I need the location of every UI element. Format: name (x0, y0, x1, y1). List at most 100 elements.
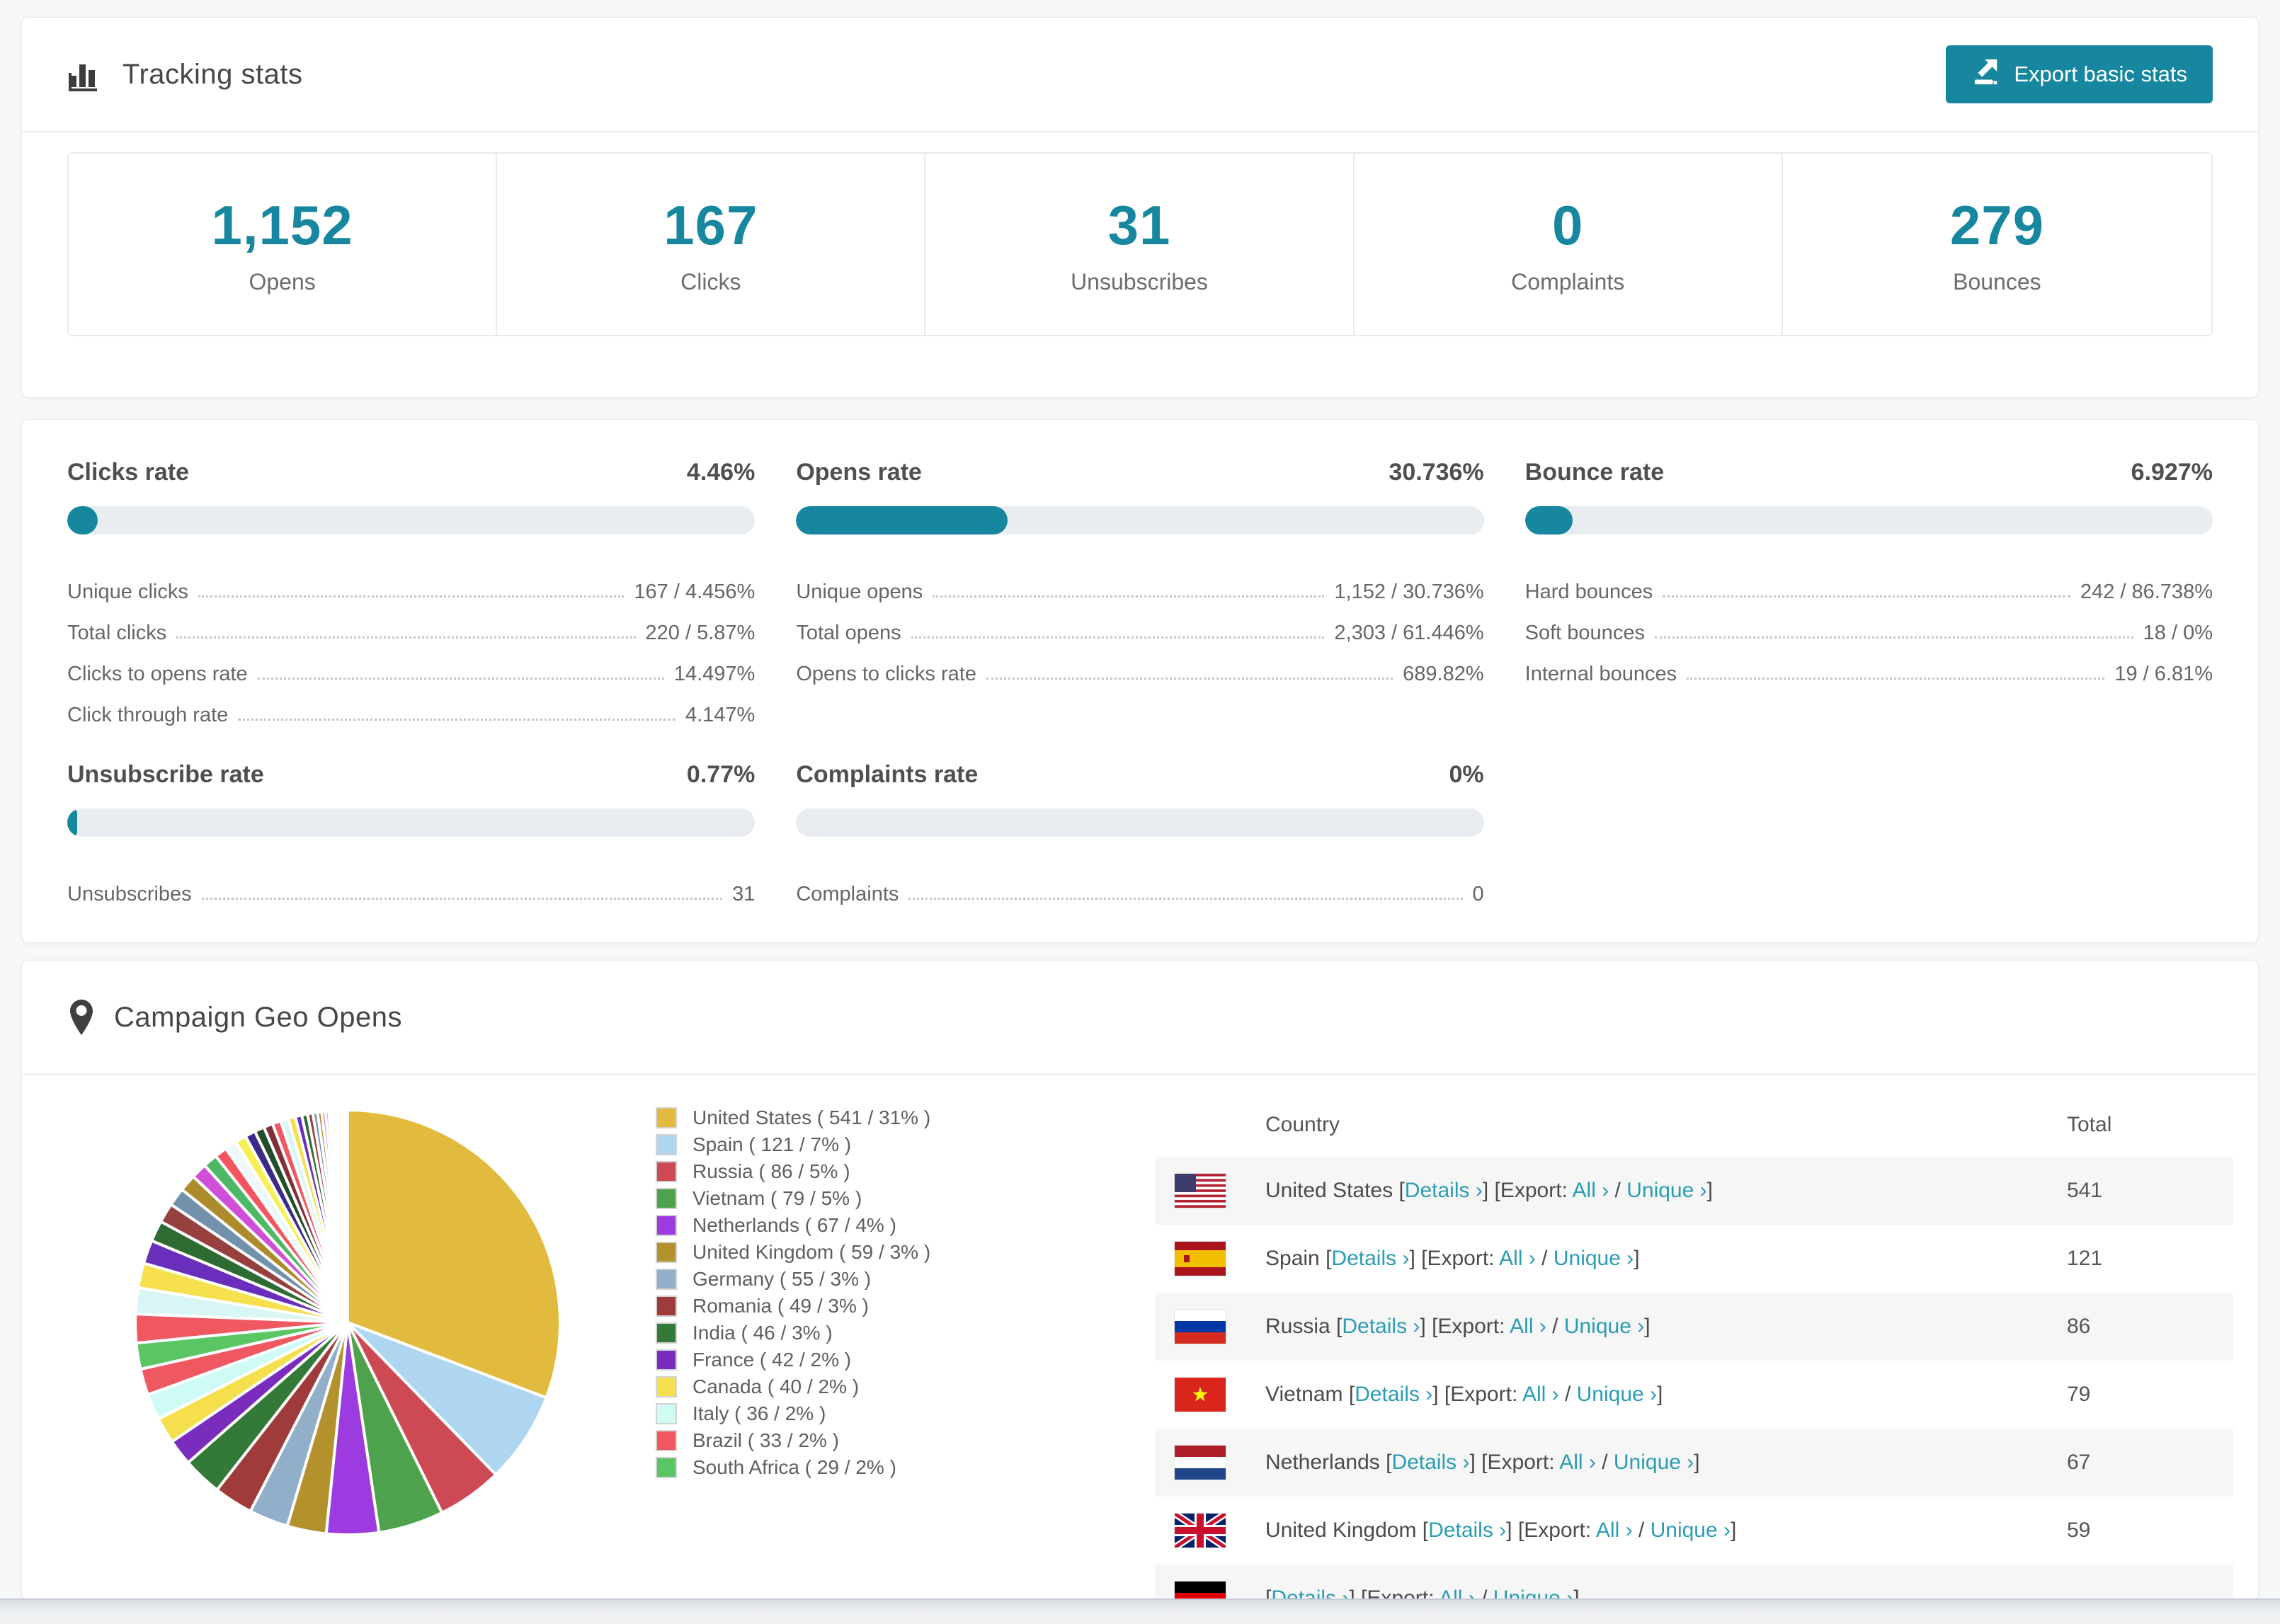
progress-track (796, 808, 1484, 837)
detail-row: Unsubscribes 31 (67, 865, 755, 906)
country-cell: Vietnam [Details ›] [Export: All › / Uni… (1265, 1383, 2067, 1407)
detail-value: 1,152 / 30.736% (1334, 581, 1484, 604)
detail-row: Total opens 2,303 / 61.446% (796, 604, 1483, 645)
legend-item[interactable]: France ( 42 / 2% ) (656, 1346, 930, 1373)
legend-item[interactable]: Spain ( 121 / 7% ) (656, 1131, 930, 1158)
link-separator: ] [ (1420, 1315, 1438, 1338)
detail-label: Hard bounces (1524, 581, 1653, 604)
legend-item[interactable]: Italy ( 36 / 2% ) (656, 1400, 930, 1427)
export-all-link[interactable]: All › (1573, 1179, 1609, 1202)
flag-icon-es (1175, 1242, 1226, 1276)
legend-swatch (656, 1107, 677, 1128)
export-unique-link[interactable]: Unique › (1651, 1519, 1731, 1542)
detail-value: 0 (1472, 883, 1484, 906)
detail-row: Opens to clicks rate 689.82% (796, 645, 1483, 686)
detail-label: Unsubscribes (67, 883, 192, 906)
stat-item: 279 Bounces (1783, 154, 2211, 335)
table-row: Spain [Details ›] [Export: All › / Uniqu… (1155, 1225, 2233, 1293)
link-separator: ] (1644, 1315, 1651, 1338)
rate-title: Unsubscribe rate (67, 761, 264, 788)
progress-fill (67, 506, 98, 534)
export-all-link[interactable]: All › (1522, 1383, 1559, 1406)
legend-item[interactable]: Canada ( 40 / 2% ) (656, 1373, 930, 1400)
link-separator: ] [ (1469, 1451, 1488, 1474)
stat-label: Bounces (1953, 269, 2041, 295)
rate-rows: Unique opens 1,152 / 30.736% Total opens 2,… (796, 563, 1483, 686)
country-name: United Kingdom (1265, 1519, 1417, 1542)
tracking-stats-card: Tracking stats Export basic stats 1,152 O… (21, 17, 2259, 398)
table-row: Russia [Details ›] [Export: All › / Uniq… (1155, 1293, 2233, 1361)
detail-label: Unique clicks (67, 581, 188, 604)
stat-item: 0 Complaints (1355, 154, 1783, 335)
link-separator: Export: (1500, 1179, 1573, 1202)
export-all-link[interactable]: All › (1510, 1315, 1546, 1338)
export-unique-link[interactable]: Unique › (1626, 1179, 1706, 1202)
legend-label: Italy ( 36 / 2% ) (692, 1402, 826, 1424)
export-unique-link[interactable]: Unique › (1564, 1315, 1644, 1338)
rate-rows: Unique clicks 167 / 4.456% Total clicks 220… (67, 563, 755, 727)
detail-label: Total opens (796, 622, 901, 645)
legend-item[interactable]: South Africa ( 29 / 2% ) (656, 1454, 930, 1481)
detail-label: Complaints (796, 883, 899, 906)
details-link[interactable]: Details › (1391, 1451, 1469, 1474)
geo-body: United States ( 541 / 31% ) Spain ( 121 /… (22, 1075, 2258, 1599)
legend-swatch (656, 1215, 677, 1236)
detail-value: 167 / 4.456% (634, 581, 756, 604)
progress-fill (796, 506, 1008, 534)
details-link[interactable]: Details › (1428, 1519, 1506, 1542)
rate-header: Complaints rate 0% (796, 761, 1483, 789)
detail-row: Internal bounces 19 / 6.81% (1525, 645, 2213, 686)
link-separator: / (1609, 1179, 1627, 1202)
details-link[interactable]: Details › (1342, 1315, 1420, 1338)
legend-label: Canada ( 40 / 2% ) (692, 1376, 860, 1397)
export-unique-link[interactable]: Unique › (1554, 1247, 1634, 1270)
export-all-link[interactable]: All › (1596, 1519, 1633, 1542)
rate-section: Opens rate 30.736% Unique opens 1,152 / 30.… (796, 459, 1484, 727)
legend-label: Germany ( 55 / 3% ) (692, 1268, 872, 1290)
legend-item[interactable]: India ( 46 / 3% ) (656, 1320, 930, 1346)
link-separator: Export: (1427, 1247, 1500, 1270)
link-separator: Export: (1450, 1383, 1522, 1406)
link-separator: ] [ (1482, 1179, 1500, 1202)
legend-item[interactable]: Germany ( 55 / 3% ) (656, 1266, 930, 1293)
export-all-link[interactable]: All › (1499, 1247, 1536, 1270)
legend-label: Brazil ( 33 / 2% ) (692, 1429, 839, 1451)
rate-value: 6.927% (2131, 459, 2213, 486)
pie-slice-other-40[interactable] (346, 1108, 349, 1324)
flag-icon-us (1175, 1174, 1226, 1208)
total-cell: 67 (2067, 1451, 2091, 1474)
detail-row: Soft bounces 18 / 0% (1525, 604, 2213, 645)
export-basic-stats-button[interactable]: Export basic stats (1946, 45, 2213, 103)
link-separator: Export: (1487, 1451, 1560, 1474)
leader-dots (198, 595, 625, 597)
legend-swatch (656, 1134, 677, 1155)
stat-item: 167 Clicks (497, 154, 926, 335)
detail-value: 220 / 5.87% (645, 622, 756, 645)
legend-item[interactable]: Netherlands ( 67 / 4% ) (656, 1212, 930, 1239)
detail-value: 31 (732, 883, 756, 906)
legend-item[interactable]: Romania ( 49 / 3% ) (656, 1293, 930, 1320)
legend-item[interactable]: Russia ( 86 / 5% ) (656, 1158, 930, 1185)
details-link[interactable]: Details › (1355, 1383, 1432, 1406)
stats-strip: 1,152 Opens 167 Clicks 31 Unsubscribes 0 Compla… (67, 152, 2213, 336)
country-name: Vietnam (1265, 1383, 1343, 1406)
detail-label: Unique opens (796, 581, 923, 604)
rate-rows: Hard bounces 242 / 86.738% Soft bounces 18 … (1525, 563, 2213, 686)
export-unique-link[interactable]: Unique › (1614, 1451, 1694, 1474)
details-link[interactable]: Details › (1331, 1247, 1409, 1270)
link-separator: [ (1393, 1179, 1405, 1202)
export-unique-link[interactable]: Unique › (1577, 1383, 1657, 1406)
export-all-link[interactable]: All › (1559, 1451, 1596, 1474)
link-separator: ] (1634, 1247, 1640, 1270)
rate-header: Unsubscribe rate 0.77% (67, 761, 755, 789)
legend-item[interactable]: United States ( 541 / 31% ) (656, 1104, 930, 1131)
legend-item[interactable]: United Kingdom ( 59 / 3% ) (656, 1239, 930, 1266)
total-cell: 59 (2067, 1519, 2091, 1542)
legend-item[interactable]: Brazil ( 33 / 2% ) (656, 1427, 930, 1454)
legend-label: South Africa ( 29 / 2% ) (692, 1456, 896, 1478)
legend-item[interactable]: Vietnam ( 79 / 5% ) (656, 1185, 930, 1212)
details-link[interactable]: Details › (1405, 1179, 1483, 1202)
progress-track (67, 808, 756, 837)
leader-dots (238, 719, 676, 721)
detail-row: Clicks to opens rate 14.497% (67, 645, 755, 686)
